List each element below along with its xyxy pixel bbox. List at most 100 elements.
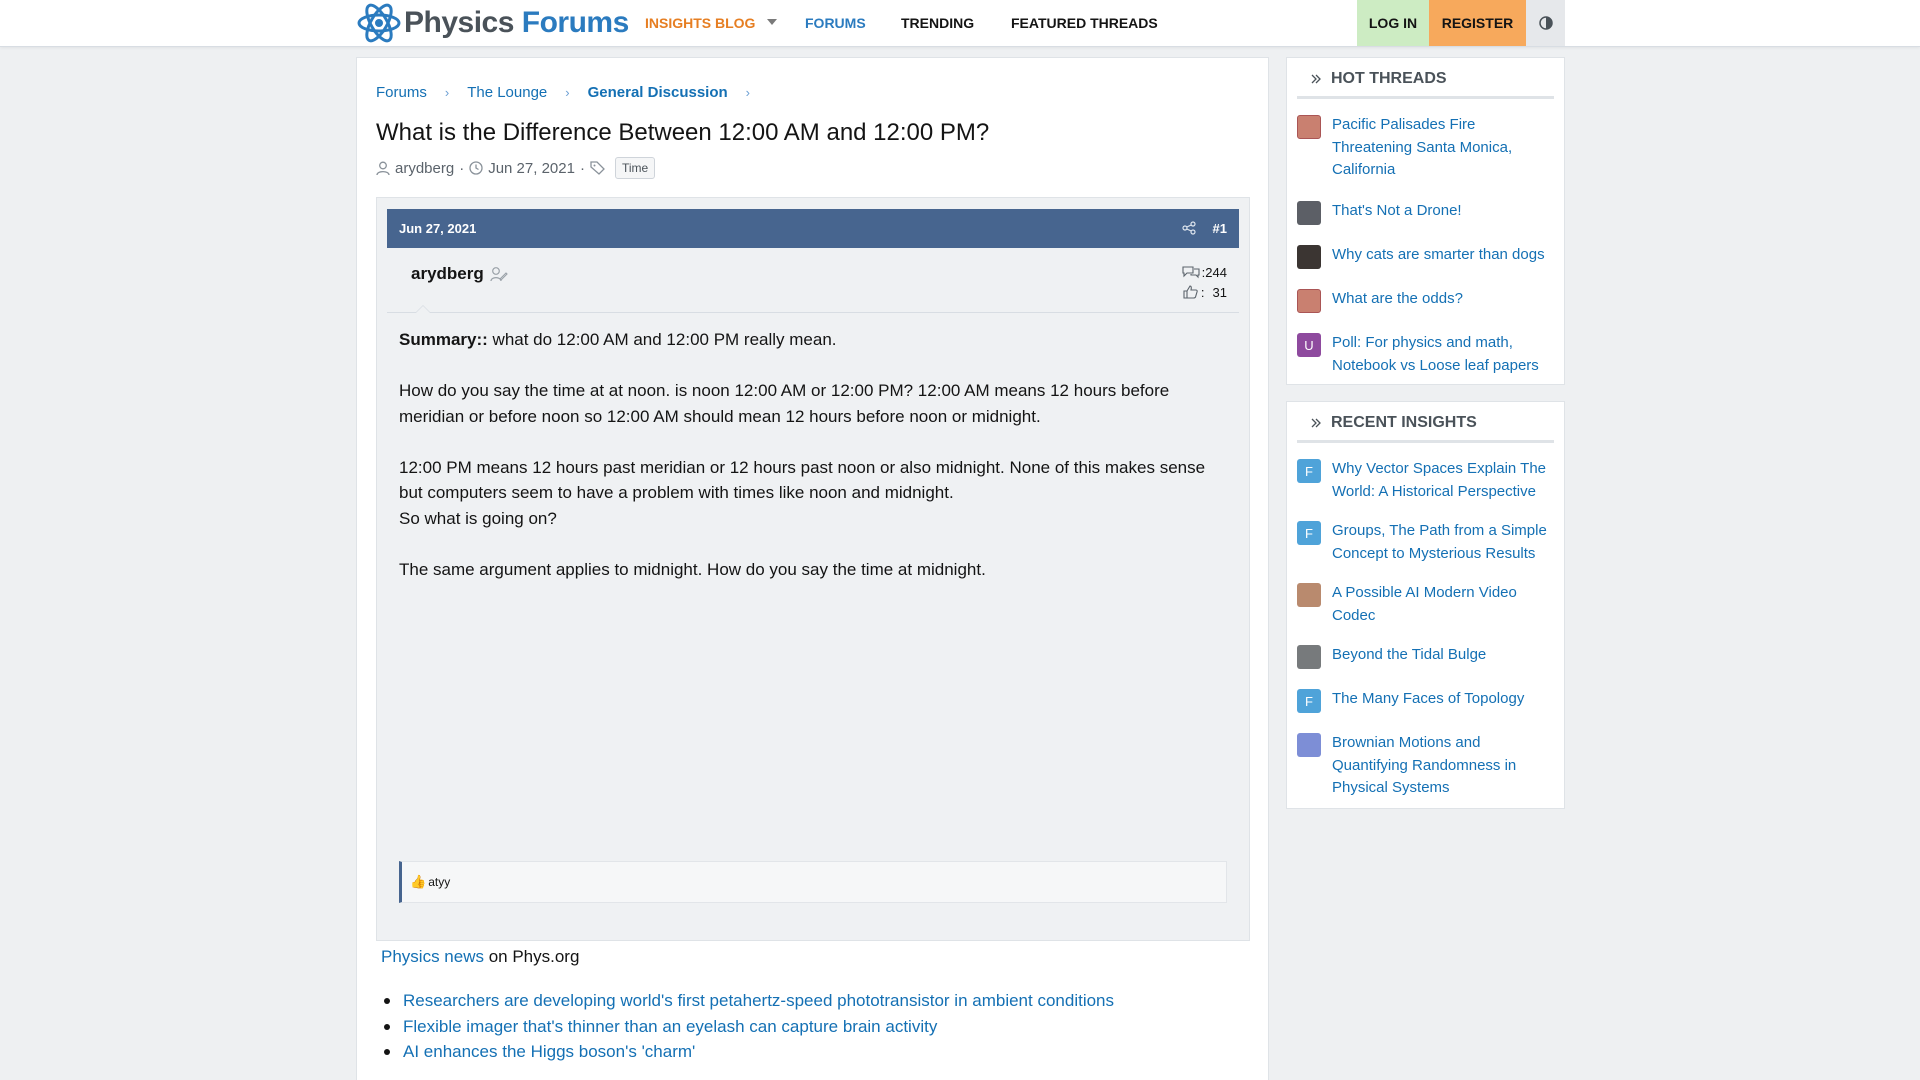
thumbs-up-icon <box>1183 285 1198 299</box>
avatar[interactable] <box>1297 733 1321 757</box>
likes-count: 31 <box>1212 284 1227 300</box>
atom-logo-icon <box>357 3 401 43</box>
insight-item[interactable]: F Groups, The Path from a Simple Concept… <box>1297 520 1557 565</box>
insight-link-4[interactable]: Beyond the Tidal Bulge <box>1332 644 1486 669</box>
messages-count: 244 <box>1205 264 1227 280</box>
hot-thread-item[interactable]: That's Not a Drone! <box>1297 200 1557 225</box>
hot-thread-link-2[interactable]: That's Not a Drone! <box>1332 200 1462 225</box>
nav-featured-threads[interactable]: FEATURED THREADS <box>1011 0 1158 46</box>
insight-link-5[interactable]: The Many Faces of Topology <box>1332 688 1524 713</box>
breadcrumb-the-lounge[interactable]: The Lounge <box>467 84 547 101</box>
physics-news-link[interactable]: Physics news <box>381 947 484 966</box>
post-paragraph-1: How do you say the time at at noon. is n… <box>399 381 1170 426</box>
site-logo[interactable]: Physics Forums <box>356 0 629 46</box>
hot-thread-item[interactable]: Pacific Palisades Fire Threatening Santa… <box>1297 114 1557 182</box>
news-item: Researchers are developing world's first… <box>382 988 1114 1014</box>
avatar[interactable] <box>1297 201 1321 225</box>
reaction-user-link[interactable]: atyy <box>428 875 450 889</box>
theme-toggle-button[interactable] <box>1526 0 1565 46</box>
logo-word-forums: Forums <box>521 6 630 39</box>
hot-thread-item[interactable]: U Poll: For physics and math, Notebook v… <box>1297 332 1557 377</box>
insight-item[interactable]: F Why Vector Spaces Explain The World: A… <box>1297 458 1557 503</box>
post-number-link[interactable]: #1 <box>1213 209 1227 248</box>
post-container: Jun 27, 2021 #1 arydberg: 244: 31 Summ… <box>376 197 1250 941</box>
avatar[interactable] <box>1297 115 1321 139</box>
news-link-1[interactable]: Researchers are developing world's first… <box>403 991 1114 1010</box>
hot-thread-link-1[interactable]: Pacific Palisades Fire Threatening Santa… <box>1332 114 1557 182</box>
nav-trending[interactable]: TRENDING <box>901 0 974 46</box>
post-date-link[interactable]: Jun 27, 2021 <box>399 209 476 248</box>
pencil-user-icon <box>490 267 508 282</box>
recent-insights-widget: RECENT INSIGHTS F Why Vector Spaces Expl… <box>1286 401 1565 809</box>
thread-date-link[interactable]: Jun 27, 2021 <box>488 160 575 177</box>
recent-insights-title: RECENT INSIGHTS <box>1331 414 1477 431</box>
insights-dropdown-caret-icon[interactable] <box>767 19 777 25</box>
phys-news-heading: Physics news on Phys.org <box>381 947 579 967</box>
post-content: Summary:: what do 12:00 AM and 12:00 PM … <box>399 327 1219 608</box>
hot-thread-link-4[interactable]: What are the odds? <box>1332 288 1463 313</box>
insight-link-6[interactable]: Brownian Motions and Quantifying Randomn… <box>1332 732 1557 800</box>
insight-link-3[interactable]: A Possible AI Modern Video Codec <box>1332 582 1557 627</box>
hot-threads-heading: HOT THREADS <box>1297 70 1554 99</box>
page-title: What is the Difference Between 12:00 AM … <box>376 119 990 146</box>
avatar[interactable] <box>1297 583 1321 607</box>
breadcrumb-forums[interactable]: Forums <box>376 84 427 101</box>
insight-link-1[interactable]: Why Vector Spaces Explain The World: A H… <box>1332 458 1557 503</box>
hot-thread-link-3[interactable]: Why cats are smarter than dogs <box>1332 244 1545 269</box>
avatar[interactable]: F <box>1297 459 1321 483</box>
hot-thread-item[interactable]: What are the odds? <box>1297 288 1557 313</box>
double-chevron-icon <box>1311 418 1321 428</box>
post-author-link[interactable]: arydberg <box>411 264 484 284</box>
post-pointer-arrow <box>415 305 431 313</box>
avatar[interactable]: F <box>1297 689 1321 713</box>
messages-icon <box>1182 266 1200 279</box>
thread-author-link[interactable]: arydberg <box>395 160 454 177</box>
like-reaction-icon: 👍 <box>410 874 427 889</box>
chevron-right-icon: › <box>444 85 450 100</box>
breadcrumb-general-discussion[interactable]: General Discussion <box>588 84 728 101</box>
insight-item[interactable]: Brownian Motions and Quantifying Randomn… <box>1297 732 1557 800</box>
news-link-3[interactable]: AI enhances the Higgs boson's 'charm' <box>403 1042 695 1061</box>
post-paragraph-3: So what is going on? <box>399 508 557 528</box>
reactions-bar[interactable]: 👍 atyy <box>399 861 1227 903</box>
author-stats: : 244 : 31 <box>1182 262 1227 302</box>
post-body: arydberg : 244: 31 Summary:: what do 12… <box>387 248 1239 930</box>
logo-word-physics: Physics <box>404 6 514 39</box>
thread-main-panel: Forums › The Lounge › General Discussion… <box>356 57 1269 1080</box>
meta-separator: · <box>579 159 585 177</box>
avatar[interactable] <box>1297 289 1321 313</box>
chevron-right-icon: › <box>745 85 751 100</box>
phys-org-suffix: on Phys.org <box>483 947 580 966</box>
nav-insights-blog[interactable]: INSIGHTS BLOG <box>645 0 755 46</box>
news-item: Flexible imager that's thinner than an e… <box>382 1014 1114 1040</box>
thread-meta: arydberg · Jun 27, 2021 · Time <box>376 157 656 179</box>
avatar[interactable] <box>1297 645 1321 669</box>
insight-link-2[interactable]: Groups, The Path from a Simple Concept t… <box>1332 520 1557 565</box>
insight-item[interactable]: F The Many Faces of Topology <box>1297 688 1557 713</box>
breadcrumb: Forums › The Lounge › General Discussion… <box>376 84 768 101</box>
share-icon[interactable] <box>1182 221 1196 238</box>
logo-text: Physics Forums <box>404 6 629 40</box>
hot-threads-title: HOT THREADS <box>1331 70 1447 87</box>
hot-thread-item[interactable]: Why cats are smarter than dogs <box>1297 244 1557 269</box>
double-chevron-icon <box>1311 74 1321 84</box>
summary-label: Summary:: <box>399 330 488 349</box>
hot-threads-widget: HOT THREADS Pacific Palisades Fire Threa… <box>1286 57 1565 385</box>
contrast-icon <box>1538 16 1553 30</box>
insight-item[interactable]: A Possible AI Modern Video Codec <box>1297 582 1557 627</box>
user-icon <box>376 161 390 175</box>
chevron-right-icon: › <box>565 85 570 100</box>
news-link-2[interactable]: Flexible imager that's thinner than an e… <box>403 1017 937 1036</box>
avatar[interactable] <box>1297 245 1321 269</box>
nav-forums[interactable]: FORUMS <box>805 0 866 46</box>
avatar[interactable]: U <box>1297 333 1321 357</box>
avatar[interactable]: F <box>1297 521 1321 545</box>
insight-item[interactable]: Beyond the Tidal Bulge <box>1297 644 1557 669</box>
top-navigation-bar: Physics Forums INSIGHTS BLOG FORUMS TREN… <box>0 0 1920 47</box>
post-paragraph-4: The same argument applies to midnight. H… <box>399 559 986 579</box>
login-button[interactable]: LOG IN <box>1357 0 1429 46</box>
likes-separator: : <box>1200 284 1205 300</box>
tag-time[interactable]: Time <box>614 157 656 179</box>
register-button[interactable]: REGISTER <box>1429 0 1526 46</box>
hot-thread-link-5[interactable]: Poll: For physics and math, Notebook vs … <box>1332 332 1557 377</box>
